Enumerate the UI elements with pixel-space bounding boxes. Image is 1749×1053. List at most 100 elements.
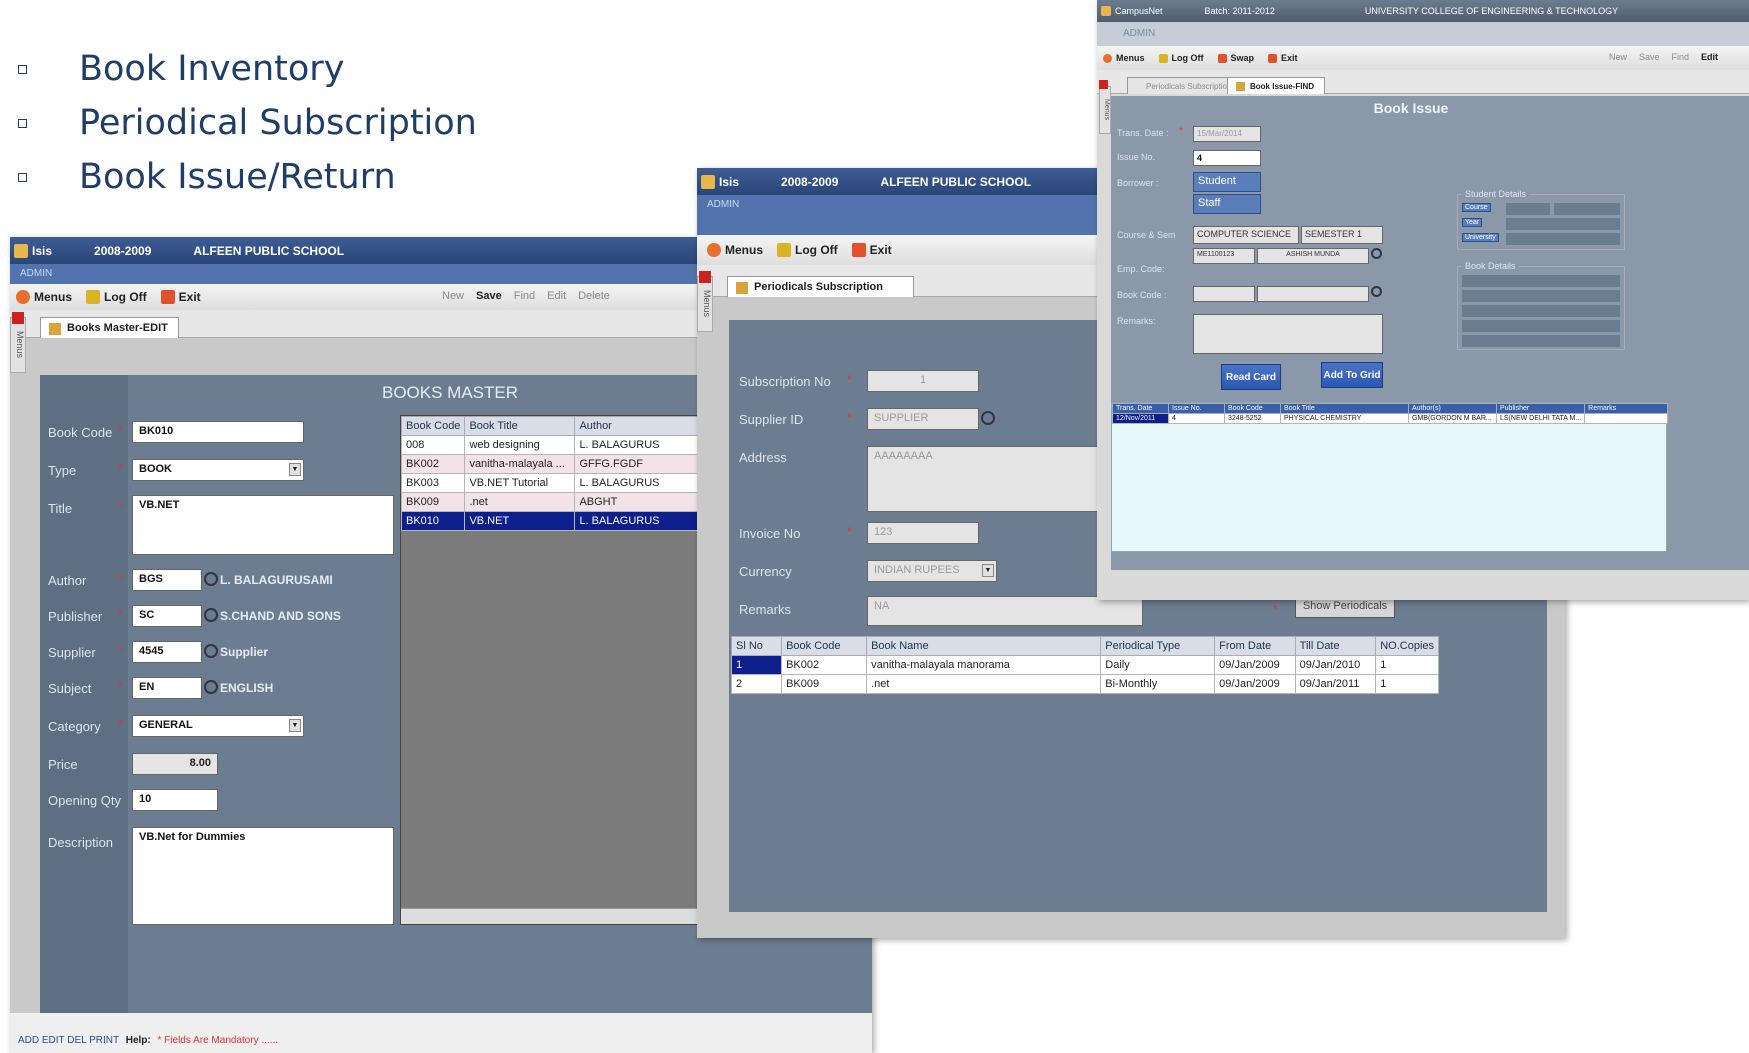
label-issue-no: Issue No. <box>1117 152 1156 162</box>
side-menus-tab[interactable]: Menus <box>10 317 26 373</box>
author-code-field[interactable]: BGS <box>132 569 202 591</box>
side-menus-tab[interactable]: Menus <box>697 276 713 332</box>
title-bar: CampusNet Batch: 2011-2012 UNIVERSITY CO… <box>1097 0 1749 22</box>
required-star: * <box>118 423 124 438</box>
swap-button[interactable]: Swap <box>1217 53 1254 63</box>
menus-flag-icon <box>12 312 24 324</box>
tab-periodicals-subscription[interactable]: Periodicals Subscription <box>1127 77 1243 94</box>
category-select[interactable]: GENERAL ▼ <box>132 715 304 737</box>
student-name-field[interactable]: ASHISH MUNDA <box>1257 248 1369 264</box>
batch-label: Batch: 2011-2012 <box>1204 6 1275 16</box>
remarks-textarea[interactable] <box>1193 314 1383 354</box>
save-button[interactable]: Save <box>476 290 502 302</box>
menus-button[interactable]: Menus <box>1103 53 1145 63</box>
delete-button[interactable]: Delete <box>578 290 610 302</box>
type-select[interactable]: BOOK ▼ <box>132 459 304 481</box>
column-header[interactable]: Book Title <box>1280 403 1409 414</box>
search-icon[interactable] <box>204 608 218 622</box>
column-header[interactable]: Trans. Date <box>1112 403 1169 414</box>
search-icon[interactable] <box>204 644 218 658</box>
supplier-code-field[interactable]: 4545 <box>132 641 202 663</box>
publisher-name: S.CHAND AND SONS <box>220 609 341 623</box>
column-header[interactable]: Book Code <box>781 636 868 656</box>
search-icon[interactable] <box>204 572 218 586</box>
side-menus-tab[interactable]: Menus <box>1099 86 1111 134</box>
label-subject: Subject <box>48 681 92 696</box>
save-button[interactable]: Save <box>1639 52 1660 62</box>
logoff-icon <box>86 290 101 304</box>
column-header[interactable]: Periodical Type <box>1100 636 1216 656</box>
column-header[interactable]: Issue No. <box>1168 403 1225 414</box>
find-button[interactable]: Find <box>514 290 535 302</box>
publisher-code-field[interactable]: SC <box>132 605 202 627</box>
semester-select[interactable]: SEMESTER 1 <box>1301 226 1383 244</box>
staff-radio[interactable]: Staff <box>1193 194 1261 214</box>
invoice-no-field[interactable]: 123 <box>867 522 979 544</box>
edit-button[interactable]: Edit <box>1701 52 1718 62</box>
column-header[interactable]: Sl No <box>730 636 783 656</box>
table-row[interactable]: 1 BK002 vanitha-malayala manorama Daily … <box>730 655 1439 675</box>
read-card-button[interactable]: Read Card <box>1221 364 1281 390</box>
column-header[interactable]: Author(s) <box>1408 403 1497 414</box>
table-row[interactable]: 2 BK009 .net Bi-Monthly 09/Jan/2009 09/J… <box>730 674 1439 694</box>
reg-no-field[interactable]: ME1100123 <box>1193 248 1255 264</box>
column-header[interactable]: From Date <box>1214 636 1296 656</box>
search-icon[interactable] <box>1371 248 1382 259</box>
logoff-button[interactable]: Log Off <box>1158 53 1204 63</box>
menus-flag-icon <box>699 271 711 283</box>
description-textarea[interactable]: VB.Net for Dummies <box>132 827 394 925</box>
user-name: ADMIN <box>707 199 740 210</box>
column-header[interactable]: Remarks <box>1584 403 1668 414</box>
new-button[interactable]: New <box>1609 52 1627 62</box>
label-supplier-id: Supplier ID <box>739 412 804 427</box>
find-button[interactable]: Find <box>1672 52 1690 62</box>
subject-code-field[interactable]: EN <box>132 677 202 699</box>
exit-button[interactable]: Exit <box>851 243 892 257</box>
logoff-button[interactable]: Log Off <box>86 290 147 304</box>
column-header[interactable]: NO.Copies <box>1375 636 1439 656</box>
star-icon <box>1103 53 1112 63</box>
menus-button[interactable]: Menus <box>707 243 763 257</box>
add-to-grid-button[interactable]: Add To Grid <box>1321 362 1383 388</box>
column-header[interactable]: Book Code <box>1224 403 1281 414</box>
supplier-id-field[interactable]: SUPPLIER <box>867 408 979 430</box>
bullet-text: Periodical Subscription <box>79 103 477 143</box>
label-address: Address <box>739 450 787 465</box>
subscription-no-field[interactable]: 1 <box>867 370 979 392</box>
tab-books-master-edit[interactable]: Books Master-EDIT <box>40 317 179 338</box>
new-button[interactable]: New <box>442 290 464 302</box>
required-star: * <box>1179 126 1183 137</box>
user-name: ADMIN <box>20 268 53 279</box>
exit-button[interactable]: Exit <box>160 290 201 304</box>
trans-date-field[interactable]: 15/Mar/2014 <box>1193 126 1261 142</box>
column-header[interactable]: Book Name <box>866 636 1102 656</box>
issue-no-field[interactable]: 4 <box>1193 150 1261 166</box>
title-textarea[interactable]: VB.NET <box>132 495 394 555</box>
label-supplier: Supplier <box>48 645 96 660</box>
label-remarks: Remarks: <box>1117 316 1156 326</box>
table-row[interactable]: 12/Nov/2011 4 3248-5252 PHYSICAL CHEMIST… <box>1112 413 1668 424</box>
course-select[interactable]: COMPUTER SCIENCE <box>1193 226 1299 244</box>
column-header[interactable]: Till Date <box>1294 636 1377 656</box>
book-code-field[interactable] <box>1193 286 1255 302</box>
column-header[interactable]: Book Title <box>464 416 576 436</box>
search-icon[interactable] <box>981 411 995 425</box>
exit-button[interactable]: Exit <box>1268 53 1298 63</box>
search-icon[interactable] <box>204 680 218 694</box>
currency-select[interactable]: INDIAN RUPEES ▼ <box>867 560 997 582</box>
book-title-field[interactable] <box>1257 286 1369 302</box>
tab-book-issue-find[interactable]: Book Issue-FIND <box>1227 77 1326 94</box>
book-details-group: Book Details <box>1457 261 1625 350</box>
book-code-field[interactable]: BK010 <box>132 421 304 443</box>
menus-button[interactable]: Menus <box>16 290 72 304</box>
search-icon[interactable] <box>1371 286 1382 297</box>
student-radio[interactable]: Student <box>1193 172 1261 192</box>
tab-periodicals-subscription[interactable]: Periodicals Subscription <box>727 276 914 297</box>
price-field[interactable]: 8.00 <box>132 753 218 775</box>
column-header[interactable]: Publisher <box>1495 403 1586 414</box>
column-header[interactable]: Book Code <box>400 416 466 436</box>
logoff-button[interactable]: Log Off <box>777 243 838 257</box>
remarks-field[interactable]: NA <box>867 596 1143 626</box>
opening-qty-field[interactable]: 10 <box>132 789 218 811</box>
edit-button[interactable]: Edit <box>547 290 566 302</box>
